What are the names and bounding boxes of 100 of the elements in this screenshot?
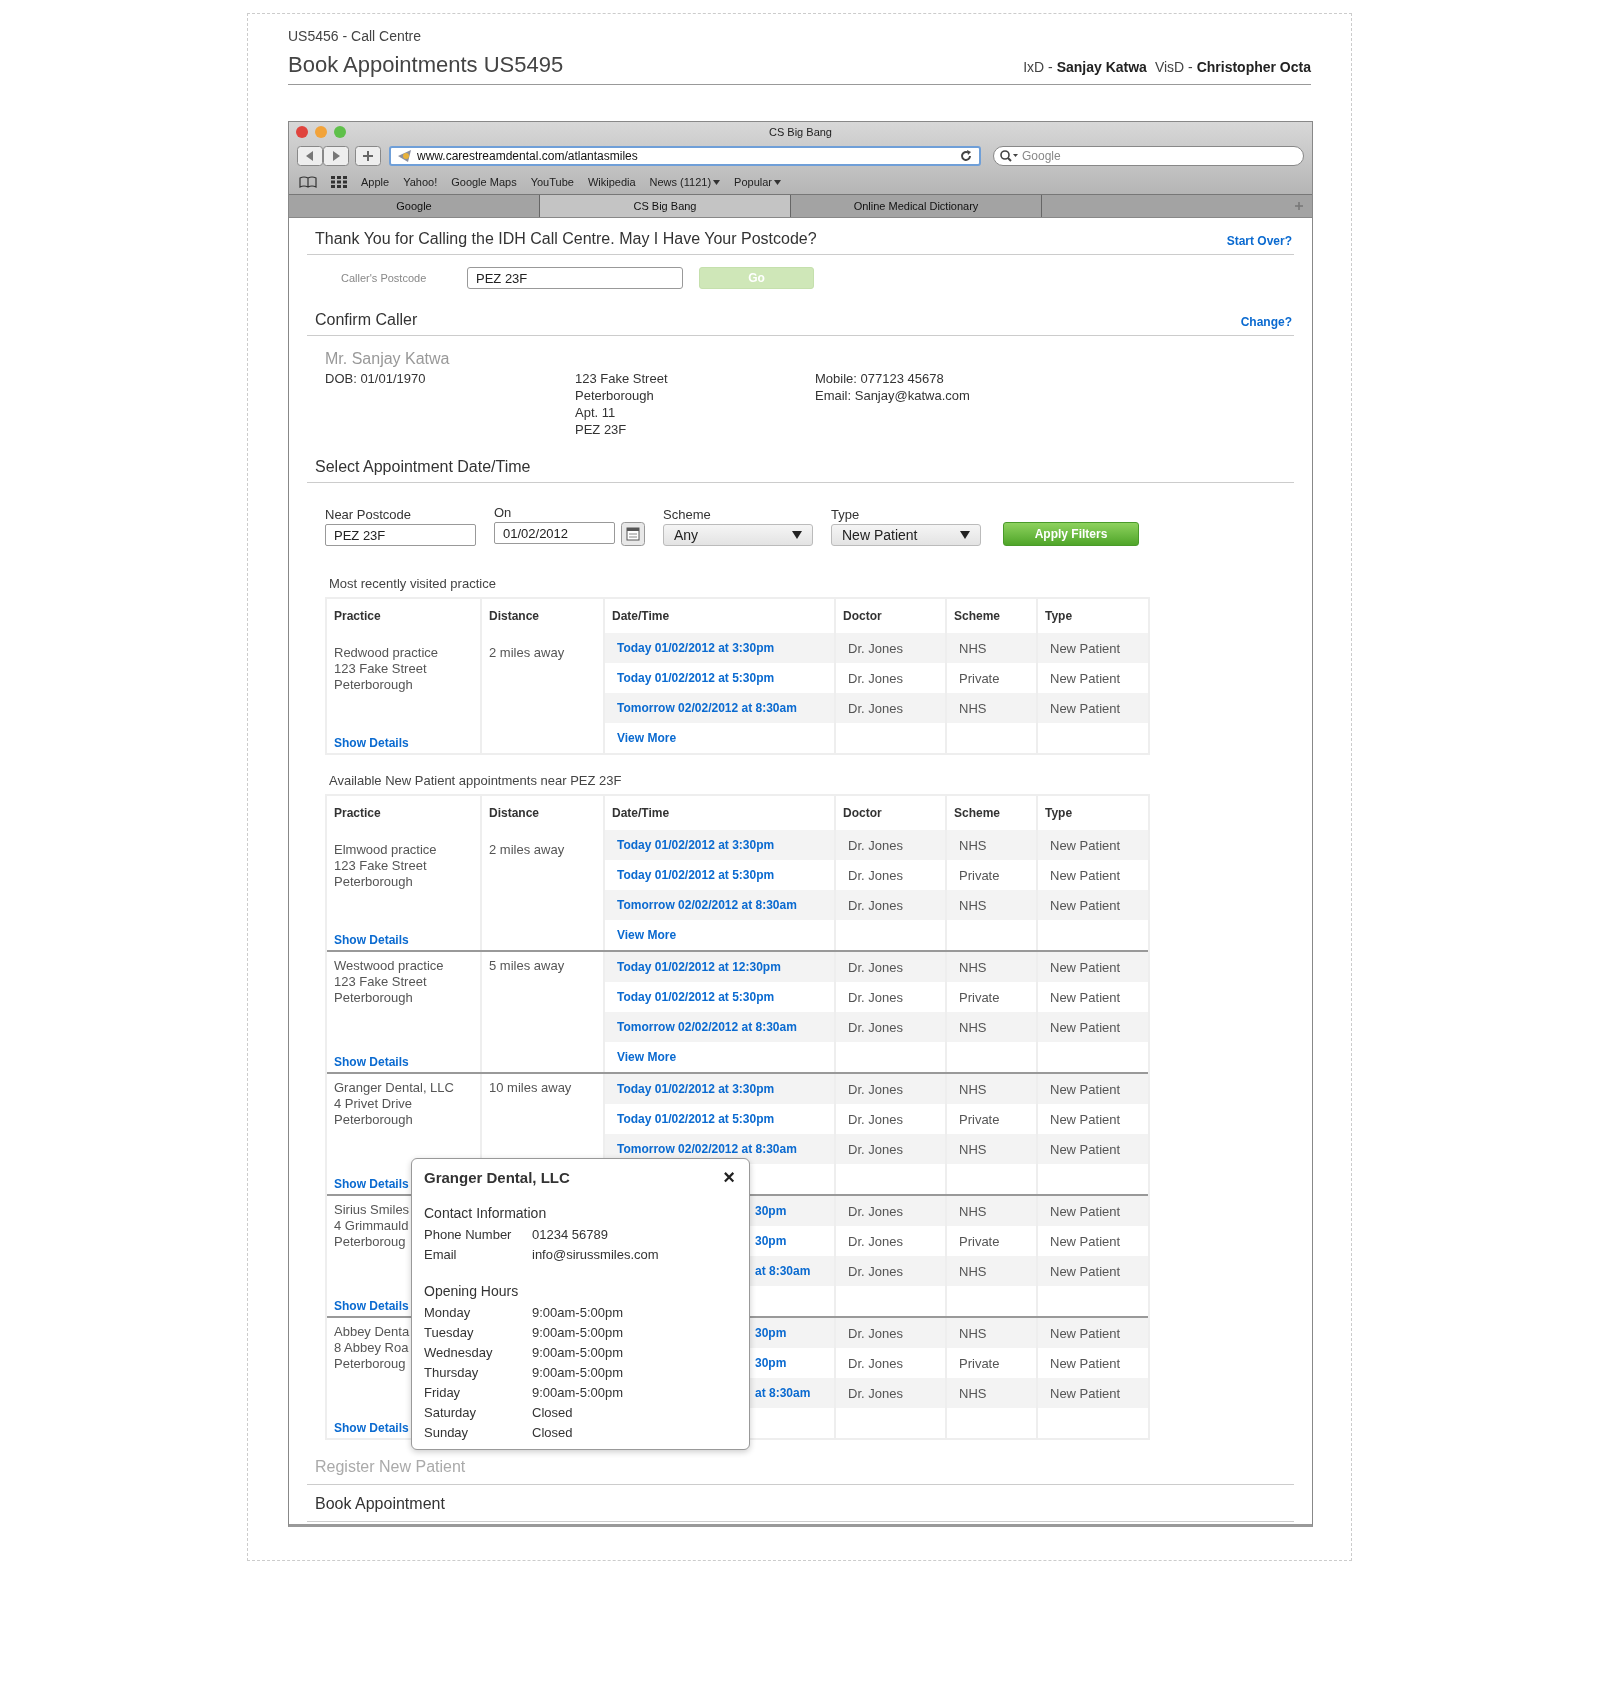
appointment-link[interactable]: at 8:30am <box>755 1386 811 1400</box>
table-cell: Private <box>959 1233 1000 1249</box>
popup-section-heading: Contact Information <box>424 1205 548 1221</box>
table-cell: NHS <box>959 1081 987 1097</box>
practice-address-line: Peterborough <box>334 874 413 890</box>
view-more-link[interactable]: View More <box>617 731 677 745</box>
appointment-link[interactable]: Today 01/02/2012 at 5:30pm <box>617 990 775 1004</box>
add-icon[interactable] <box>355 146 381 166</box>
start-over-link[interactable]: Start Over? <box>1226 234 1292 248</box>
appointment-link[interactable]: 30pm <box>755 1326 787 1340</box>
grid-icon[interactable] <box>331 176 347 188</box>
appointment-link[interactable]: Today 01/02/2012 at 5:30pm <box>617 868 775 882</box>
postcode-field[interactable]: PEZ 23F <box>467 267 683 289</box>
appointment-link[interactable]: Tomorrow 02/02/2012 at 8:30am <box>617 1142 797 1156</box>
appointment-link[interactable]: at 8:30am <box>755 1264 811 1278</box>
bookmark-link[interactable]: Wikipedia <box>587 176 636 188</box>
appointment-link[interactable]: 30pm <box>755 1234 787 1248</box>
table-cell: Dr. Jones <box>848 1081 903 1097</box>
scheme-dropdown[interactable]: Any <box>663 524 813 546</box>
detail-value: 9:00am-5:00pm <box>532 1364 624 1382</box>
table-cell: Dr. Jones <box>848 867 903 883</box>
table-cell: Dr. Jones <box>848 897 903 913</box>
practice-address-line: 123 Fake Street <box>334 661 427 677</box>
practice-address-line: Peterborough <box>334 990 413 1006</box>
bookmark-link[interactable]: Google Maps <box>451 176 517 188</box>
field-label: On <box>494 505 513 520</box>
table-cell: NHS <box>959 1263 987 1279</box>
show-details-link[interactable]: Show Details <box>334 1299 409 1313</box>
url-field[interactable]: www.carestreamdental.com/atlantasmiles <box>389 146 981 166</box>
column-header: Practice <box>334 609 381 623</box>
browser-tab[interactable]: CS Big Bang <box>540 195 791 217</box>
view-more-link[interactable]: View More <box>617 928 677 942</box>
site-icon <box>397 149 413 163</box>
table-cell: Dr. Jones <box>848 1019 903 1035</box>
table-cell: Dr. Jones <box>848 700 903 716</box>
field-label: Scheme <box>663 507 712 522</box>
bookmark-menu[interactable]: News (1121) <box>649 176 721 188</box>
show-details-link[interactable]: Show Details <box>334 1421 409 1435</box>
appointment-link[interactable]: Today 01/02/2012 at 12:30pm <box>617 960 781 974</box>
table-cell: Dr. Jones <box>848 1141 903 1157</box>
bookmark-link[interactable]: YouTube <box>530 176 574 188</box>
column-header: Scheme <box>954 806 1001 820</box>
field-label: Type <box>831 507 861 522</box>
appointment-link[interactable]: Today 01/02/2012 at 5:30pm <box>617 671 775 685</box>
window-controls-icon[interactable] <box>295 125 347 139</box>
section-heading: Confirm Caller <box>315 311 418 329</box>
date-of-birth: DOB: 01/01/1970 <box>325 370 427 387</box>
show-details-link[interactable]: Show Details <box>334 1177 409 1191</box>
table-cell: New Patient <box>1050 837 1121 853</box>
popup-title: Granger Dental, LLC <box>424 1168 570 1186</box>
bookmark-link[interactable]: Yahoo! <box>403 176 438 188</box>
bookmark-link[interactable]: Apple <box>361 176 390 188</box>
table-caption: Available New Patient appointments near PEZ 23F <box>329 773 623 788</box>
appointment-link[interactable]: Tomorrow 02/02/2012 at 8:30am <box>617 701 797 715</box>
show-details-link[interactable]: Show Details <box>334 736 409 750</box>
appointment-link[interactable]: 30pm <box>755 1356 787 1370</box>
credit-text: IxD - Sanjay Katwa <box>1023 59 1147 75</box>
view-more-link[interactable]: View More <box>617 1050 677 1064</box>
show-details-link[interactable]: Show Details <box>334 1055 409 1069</box>
forward-icon[interactable] <box>323 146 349 166</box>
postcode-field[interactable]: PEZ 23F <box>325 524 476 546</box>
appointment-link[interactable]: 30pm <box>755 1204 787 1218</box>
table-cell: New Patient <box>1050 867 1121 883</box>
date-field[interactable]: 01/02/2012 <box>494 522 615 544</box>
caret-icon <box>792 531 802 539</box>
detail-value: Closed <box>532 1424 573 1442</box>
appointment-link[interactable]: Today 01/02/2012 at 3:30pm <box>617 838 775 852</box>
bookmark-menu[interactable]: Popular <box>734 176 782 188</box>
table-cell: Dr. Jones <box>848 989 903 1005</box>
column-header: Practice <box>334 806 381 820</box>
calendar-icon[interactable] <box>621 522 645 546</box>
detail-value: 9:00am-5:00pm <box>532 1344 624 1362</box>
project-label: US5456 - Call Centre <box>288 28 423 44</box>
appointment-link[interactable]: Tomorrow 02/02/2012 at 8:30am <box>617 1020 797 1034</box>
close-button[interactable]: × <box>721 1167 737 1187</box>
back-icon[interactable] <box>297 146 323 166</box>
address-line: PEZ 23F <box>575 421 628 438</box>
detail-value: 01234 56789 <box>532 1226 608 1244</box>
field-label: Caller's Postcode <box>341 272 428 284</box>
change-link[interactable]: Change? <box>1240 315 1292 329</box>
practice-address-line: Redwood practice <box>334 645 439 661</box>
appointment-link[interactable]: Today 01/02/2012 at 3:30pm <box>617 641 775 655</box>
show-details-link[interactable]: Show Details <box>334 933 409 947</box>
practice-address-line: Westwood practice <box>334 958 444 974</box>
type-dropdown[interactable]: New Patient <box>831 524 981 546</box>
distance-text: 2 miles away <box>489 645 565 660</box>
detail-label: Monday <box>424 1304 472 1322</box>
practice-address-line: 4 Grimmauld <box>334 1218 409 1234</box>
appointment-link[interactable]: Today 01/02/2012 at 3:30pm <box>617 1082 775 1096</box>
window-title: CS Big Bang <box>769 126 832 138</box>
book-icon[interactable] <box>299 176 317 188</box>
caret-icon <box>774 179 782 185</box>
appointment-link[interactable]: Tomorrow 02/02/2012 at 8:30am <box>617 898 797 912</box>
reload-icon[interactable] <box>959 149 973 163</box>
appointment-link[interactable]: Today 01/02/2012 at 5:30pm <box>617 1112 775 1126</box>
table-cell: NHS <box>959 700 987 716</box>
table-cell: New Patient <box>1050 1325 1121 1341</box>
field-label: Near Postcode <box>325 507 412 522</box>
table-cell: Private <box>959 989 1000 1005</box>
search-field[interactable]: Google <box>993 146 1304 166</box>
